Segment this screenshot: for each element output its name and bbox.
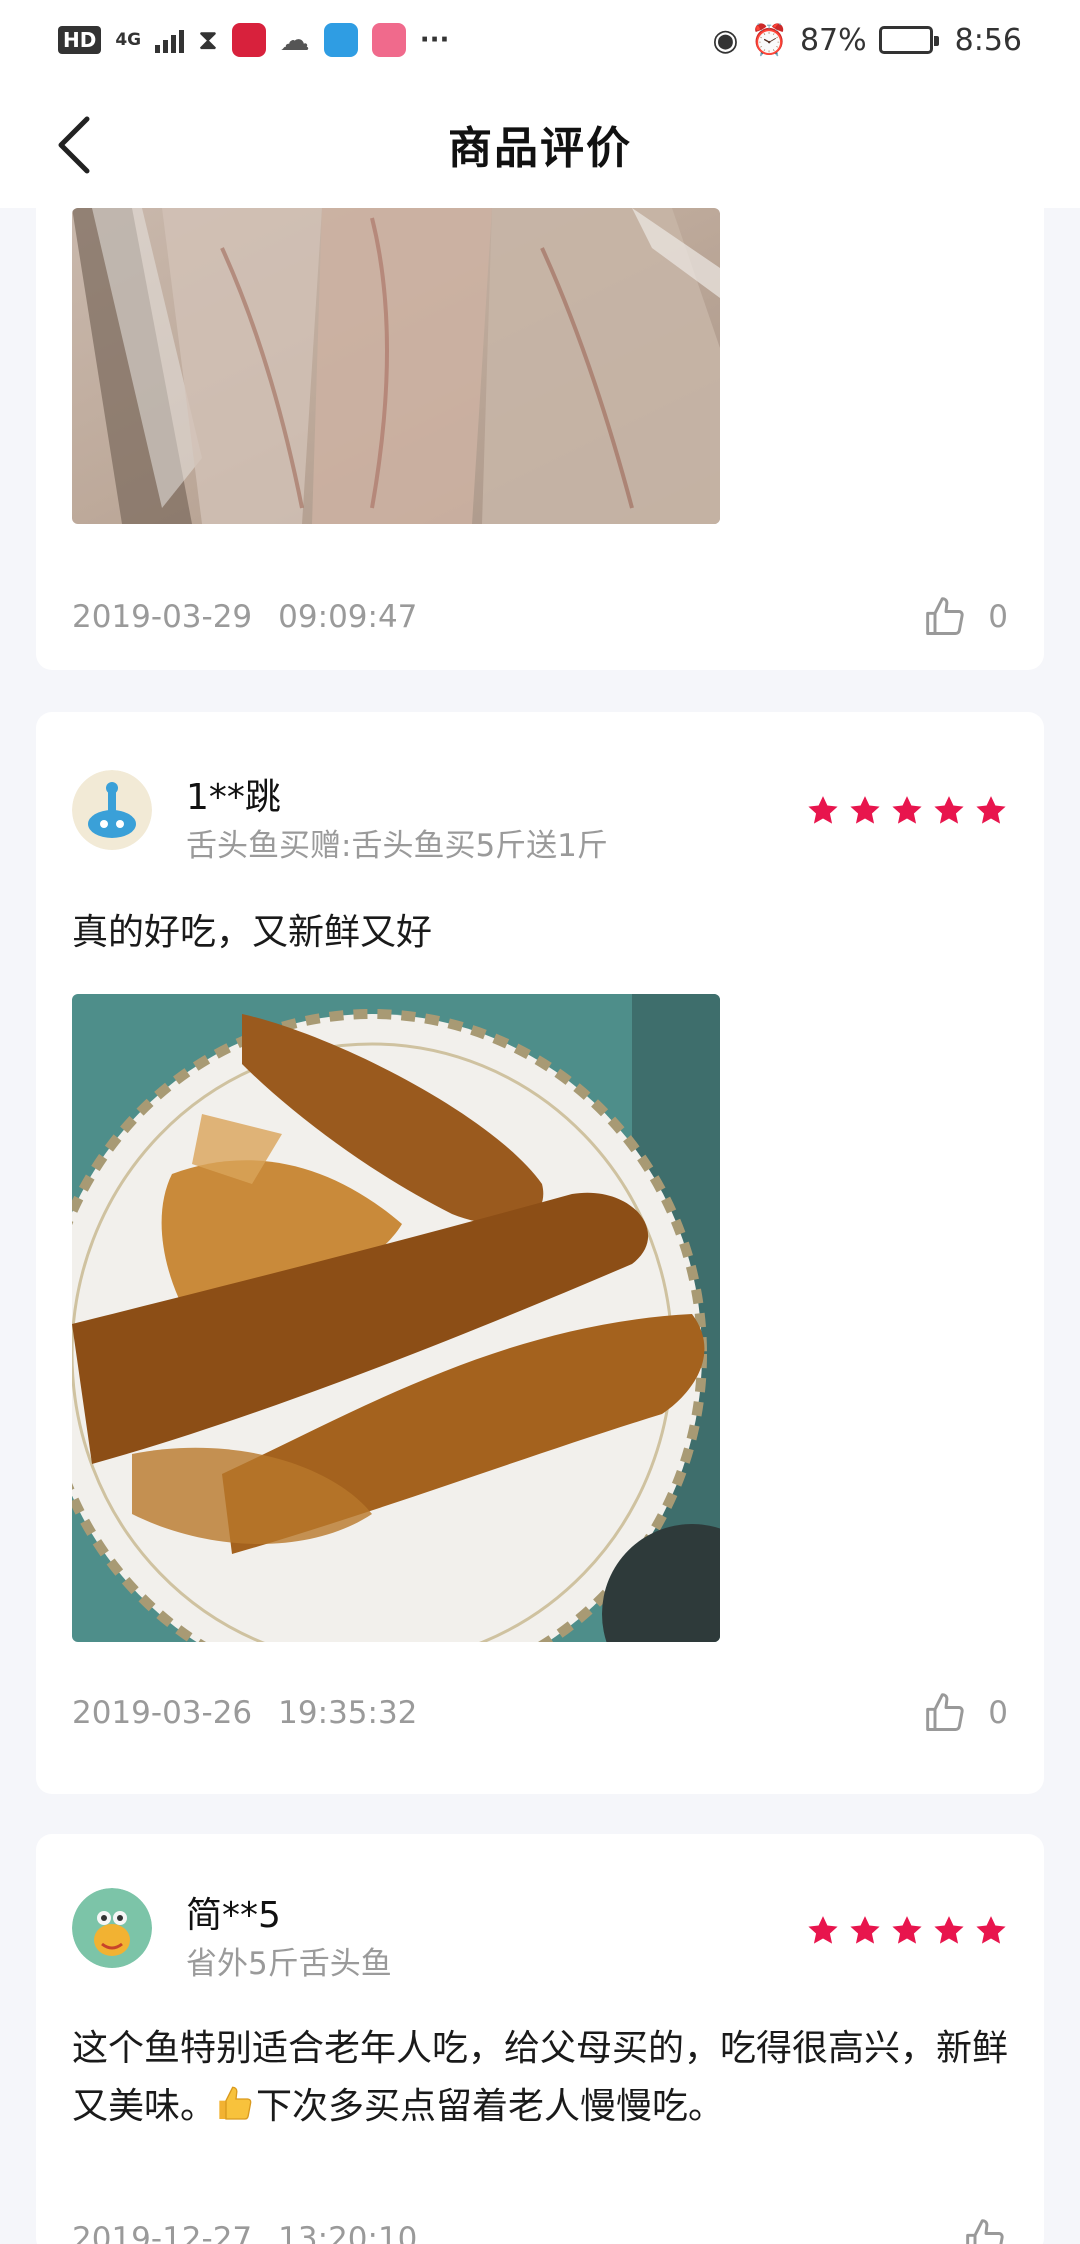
star-icon	[976, 796, 1006, 824]
review-text: 这个鱼特别适合老年人吃，给父母买的，吃得很高兴，新鲜又美味。 下次多买点留着老人慢…	[72, 2020, 1008, 2136]
like-count: 0	[988, 1695, 1008, 1731]
battery-percent: 87%	[799, 22, 867, 58]
cloud-icon: ☁	[279, 22, 310, 58]
star-rating	[806, 794, 1008, 828]
review-photo[interactable]	[72, 994, 720, 1642]
eye-icon: ◉	[712, 22, 739, 58]
app-icon-blue	[323, 23, 358, 57]
review-card: 2019-03-29 09:09:47 0	[36, 208, 1044, 670]
star-icon	[934, 1916, 964, 1944]
product-variant: 省外5斤舌头鱼	[186, 1946, 392, 1982]
thumbs-up-emoji-icon	[219, 2086, 252, 2120]
review-date: 2019-03-26	[72, 1695, 253, 1731]
alarm-icon: ⏰	[750, 22, 788, 58]
star-icon	[976, 1916, 1006, 1944]
avatar[interactable]	[72, 1888, 152, 1968]
more-notifications: ···	[419, 25, 450, 55]
raw-fish-photo	[72, 208, 720, 524]
like-button[interactable]: 0	[924, 595, 1008, 639]
app-icon-red	[231, 23, 266, 57]
review-time: 09:09:47	[278, 599, 418, 635]
review-text: 真的好吃，又新鲜又好	[72, 904, 1008, 962]
fried-fish-photo	[72, 994, 720, 1642]
review-meta: 2019-03-26 19:35:32 0	[72, 1688, 1008, 1738]
status-bar: HD 4G ⧗ ☁ ··· ◉ ⏰ 87% 8:56	[0, 0, 1080, 80]
clock-time: 8:56	[954, 22, 1022, 58]
username: 1**跳	[186, 777, 281, 818]
star-icon	[850, 796, 880, 824]
review-text-content: 真的好吃，又新鲜又好	[72, 912, 433, 953]
thumbs-up-icon	[926, 597, 964, 635]
review-card: 1**跳 舌头鱼买赠:舌头鱼买5斤送1斤 真的好吃，又新鲜又好 2019-03-…	[36, 712, 1044, 1794]
review-card: 简**5 省外5斤舌头鱼 这个鱼特别适合老年人吃，给父母买的，吃得很高兴，新鲜又…	[36, 1834, 1044, 2244]
review-time: 13:20:10	[278, 2221, 418, 2244]
review-page: HD 4G ⧗ ☁ ··· ◉ ⏰ 87% 8:56 商品评价 2019-03-…	[0, 0, 1080, 2244]
review-meta: 2019-03-29 09:09:47 0	[72, 592, 1008, 642]
app-icon-pink	[371, 23, 406, 57]
username: 简**5	[186, 1895, 281, 1936]
battery-icon	[878, 26, 939, 54]
avatar-image	[72, 1888, 152, 1968]
back-button[interactable]	[40, 110, 110, 180]
star-icon	[808, 796, 838, 824]
avatar-image	[72, 770, 152, 850]
like-button[interactable]: 0	[924, 1691, 1008, 1735]
star-icon	[808, 1916, 838, 1944]
star-icon	[934, 796, 964, 824]
review-date: 2019-12-27	[72, 2221, 253, 2244]
review-meta: 2019-12-27 13:20:10	[72, 2214, 1008, 2244]
product-variant: 舌头鱼买赠:舌头鱼买5斤送1斤	[186, 828, 608, 864]
star-icon	[892, 796, 922, 824]
thumbs-up-icon	[926, 1693, 964, 1731]
avatar[interactable]	[72, 770, 152, 850]
page-title: 商品评价	[448, 123, 632, 174]
review-photo[interactable]	[72, 208, 720, 524]
review-text-part2: 下次多买点留着老人慢慢吃。	[256, 2086, 725, 2127]
review-date: 2019-03-29	[72, 599, 253, 635]
nav-header: 商品评价	[0, 80, 1080, 208]
thumbs-up-icon	[966, 2219, 1004, 2244]
star-icon	[892, 1916, 922, 1944]
like-count: 0	[988, 599, 1008, 635]
network-type: 4G	[115, 30, 142, 50]
back-arrow-icon	[58, 116, 90, 174]
hd-icon: HD	[58, 26, 102, 54]
star-rating	[806, 1914, 1008, 1948]
review-time: 19:35:32	[278, 1695, 418, 1731]
star-icon	[850, 1916, 880, 1944]
like-button[interactable]	[964, 2217, 1008, 2244]
signal-icon	[155, 27, 185, 53]
hourglass-icon: ⧗	[198, 23, 218, 56]
